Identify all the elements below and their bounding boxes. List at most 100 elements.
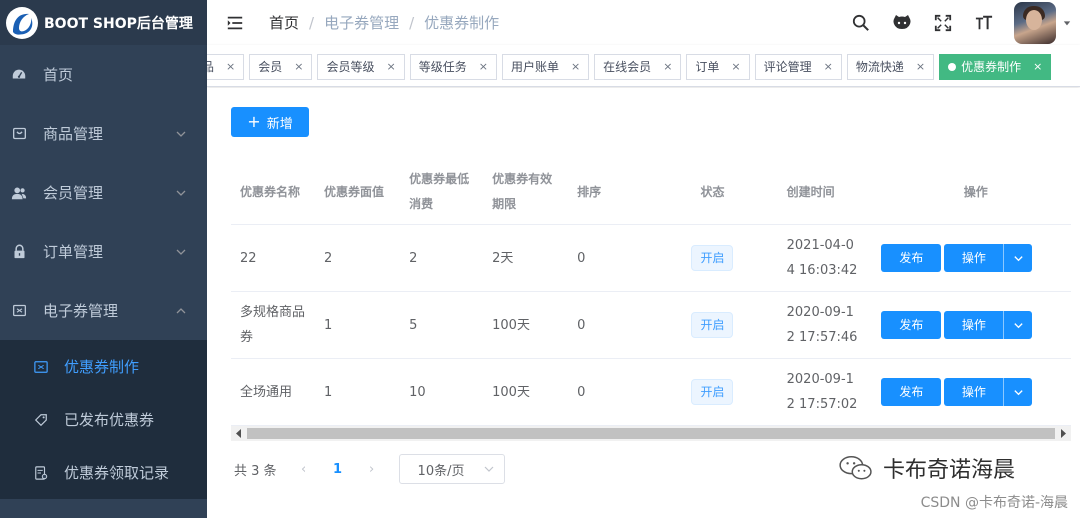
tag-orders[interactable]: 订单 ×	[686, 54, 750, 80]
cell-name: 全场通用	[240, 384, 293, 400]
tag-online-members[interactable]: 在线会员 ×	[594, 54, 682, 80]
chevron-down-icon	[176, 131, 186, 137]
tags-list: 品× 会员× 会员等级 × 等级任务× 用户账单× 在线会员 × 订单× 评论管理 ×…	[207, 54, 1056, 80]
ops-button[interactable]: 操作	[944, 311, 1004, 339]
sidebar-item-coupon-published[interactable]: 已发布优惠券	[0, 393, 207, 446]
next-page-icon[interactable]: ›	[357, 462, 387, 477]
sidebar-item-coupon-create[interactable]: 优惠券制作	[0, 340, 207, 393]
hamburger-icon[interactable]	[223, 11, 247, 35]
shopping-icon	[10, 125, 28, 143]
close-icon[interactable]: ×	[571, 55, 580, 79]
sidebar-item-coupons[interactable]: 电子券管理	[0, 281, 207, 340]
tag-label: 评论管理	[763, 60, 812, 74]
table-row: 多规格商品券 1 5 100天 0 开启 2020-09-1 2 17:57:46…	[231, 292, 1071, 359]
scroll-right-icon[interactable]	[1059, 429, 1067, 438]
sidebar-item-members[interactable]: 会员管理	[0, 163, 207, 222]
sidebar-item-label: 订单管理	[43, 243, 104, 261]
avatar[interactable]	[1014, 1, 1056, 44]
tag-level-tasks[interactable]: 等级任务 ×	[409, 54, 497, 80]
horizontal-scrollbar[interactable]	[231, 426, 1071, 441]
ops-button[interactable]: 操作	[944, 244, 1004, 272]
chevron-down-icon[interactable]	[1003, 311, 1033, 339]
cell-ops: 发布 操作	[880, 311, 1071, 339]
tag-members[interactable]: 会员 ×	[249, 54, 313, 80]
scrollbar-thumb[interactable]	[247, 428, 1055, 439]
sidebar-item-home[interactable]: 首页	[0, 45, 207, 104]
add-button-label: 新增	[266, 116, 293, 132]
status-badge: 开启	[691, 312, 734, 338]
tag-member-levels[interactable]: 会员等级 ×	[317, 54, 405, 80]
table-header: 优惠券名称 优惠券面值 优惠券最低 消费 优惠券有效 期限 排序 状态 创建时间 操…	[231, 160, 1071, 225]
coupon-icon	[33, 359, 49, 375]
page-size-select[interactable]: 10条/页	[398, 454, 505, 484]
csdn-watermark: CSDN @卡布奇诺-海晨	[920, 495, 1068, 511]
close-icon[interactable]: ×	[294, 55, 303, 79]
tag-coupon-create[interactable]: 优惠券制作 ×	[939, 54, 1052, 80]
peoples-icon	[10, 184, 28, 202]
chevron-down-icon[interactable]	[1003, 244, 1033, 272]
tag-user-bills[interactable]: 用户账单 ×	[501, 54, 590, 80]
tag-reviews[interactable]: 评论管理 ×	[754, 54, 842, 80]
add-button[interactable]: + 新增	[231, 107, 309, 137]
tag-logistics[interactable]: 物流快递 ×	[846, 54, 935, 80]
search-icon[interactable]	[850, 12, 872, 34]
sidebar-item-label: 会员管理	[43, 184, 104, 202]
close-icon[interactable]: ×	[663, 55, 672, 79]
ops-button[interactable]: 操作	[944, 378, 1004, 406]
close-icon[interactable]: ×	[916, 55, 925, 79]
cell-value: 1	[324, 384, 333, 400]
tag-label: 会员等级	[326, 60, 375, 74]
scroll-left-icon[interactable]	[235, 429, 243, 438]
tag-label: 在线会员	[603, 60, 652, 74]
sidebar-item-label: 首页	[43, 66, 74, 84]
breadcrumb-separator: /	[409, 13, 415, 32]
github-icon[interactable]	[891, 12, 913, 34]
submenu-coupons: 优惠券制作 已发布优惠券 优惠券领取记录	[0, 340, 207, 499]
close-icon[interactable]: ×	[386, 55, 395, 79]
close-icon[interactable]: ×	[479, 55, 488, 79]
status-badge: 开启	[691, 379, 734, 405]
breadcrumb-item-home[interactable]: 首页	[269, 12, 299, 33]
publish-button[interactable]: 发布	[881, 378, 942, 406]
coupon-icon	[10, 302, 28, 320]
tag-label: 优惠券制作	[961, 60, 1022, 74]
sidebar-item-label: 已发布优惠券	[64, 411, 155, 429]
publish-button[interactable]: 发布	[881, 244, 942, 272]
brand[interactable]: BOOT SHOP后台管理	[0, 0, 207, 45]
close-icon[interactable]: ×	[824, 55, 833, 79]
cell-name: 22	[240, 250, 257, 266]
chevron-down-icon[interactable]	[1003, 378, 1033, 406]
fullscreen-icon[interactable]	[932, 12, 954, 34]
page-number[interactable]: 1	[323, 462, 353, 477]
lock-icon	[10, 243, 28, 261]
sidebar-item-orders[interactable]: 订单管理	[0, 222, 207, 281]
cell-value: 1	[324, 317, 333, 333]
page-size-value: 10条/页	[417, 463, 465, 479]
header-value: 优惠券面值	[324, 184, 385, 199]
status-badge: 开启	[691, 245, 734, 271]
header-name: 优惠券名称	[240, 184, 301, 199]
table-row: 全场通用 1 10 100天 0 开启 2020-09-1 2 17:57:02 …	[231, 359, 1071, 426]
cell-min: 5	[409, 317, 418, 333]
sidebar-item-products[interactable]: 商品管理	[0, 104, 207, 163]
font-size-icon[interactable]	[973, 12, 995, 34]
close-icon[interactable]: ×	[1033, 55, 1042, 79]
brand-logo-icon	[6, 6, 38, 39]
close-icon[interactable]: ×	[731, 55, 740, 79]
header-status: 状态	[700, 184, 725, 199]
prev-page-icon[interactable]: ‹	[289, 462, 319, 477]
sidebar-item-coupon-records[interactable]: 优惠券领取记录	[0, 446, 207, 499]
cell-valid: 100天	[492, 384, 530, 400]
header-created: 创建时间	[786, 184, 835, 199]
header-min: 优惠券最低 消费	[409, 172, 470, 211]
active-dot-icon	[948, 63, 957, 71]
breadcrumb-item-coupons[interactable]: 电子券管理	[324, 12, 399, 33]
chevron-down-icon	[176, 190, 186, 196]
close-icon[interactable]: ×	[226, 55, 235, 79]
cell-ops: 发布 操作	[880, 378, 1071, 406]
header-sort: 排序	[577, 184, 602, 199]
coupon-table: 优惠券名称 优惠券面值 优惠券最低 消费 优惠券有效 期限 排序 状态 创建时间 操…	[231, 160, 1071, 426]
caret-down-icon[interactable]	[1062, 18, 1072, 28]
tag-products[interactable]: 品×	[207, 54, 245, 80]
publish-button[interactable]: 发布	[881, 311, 942, 339]
